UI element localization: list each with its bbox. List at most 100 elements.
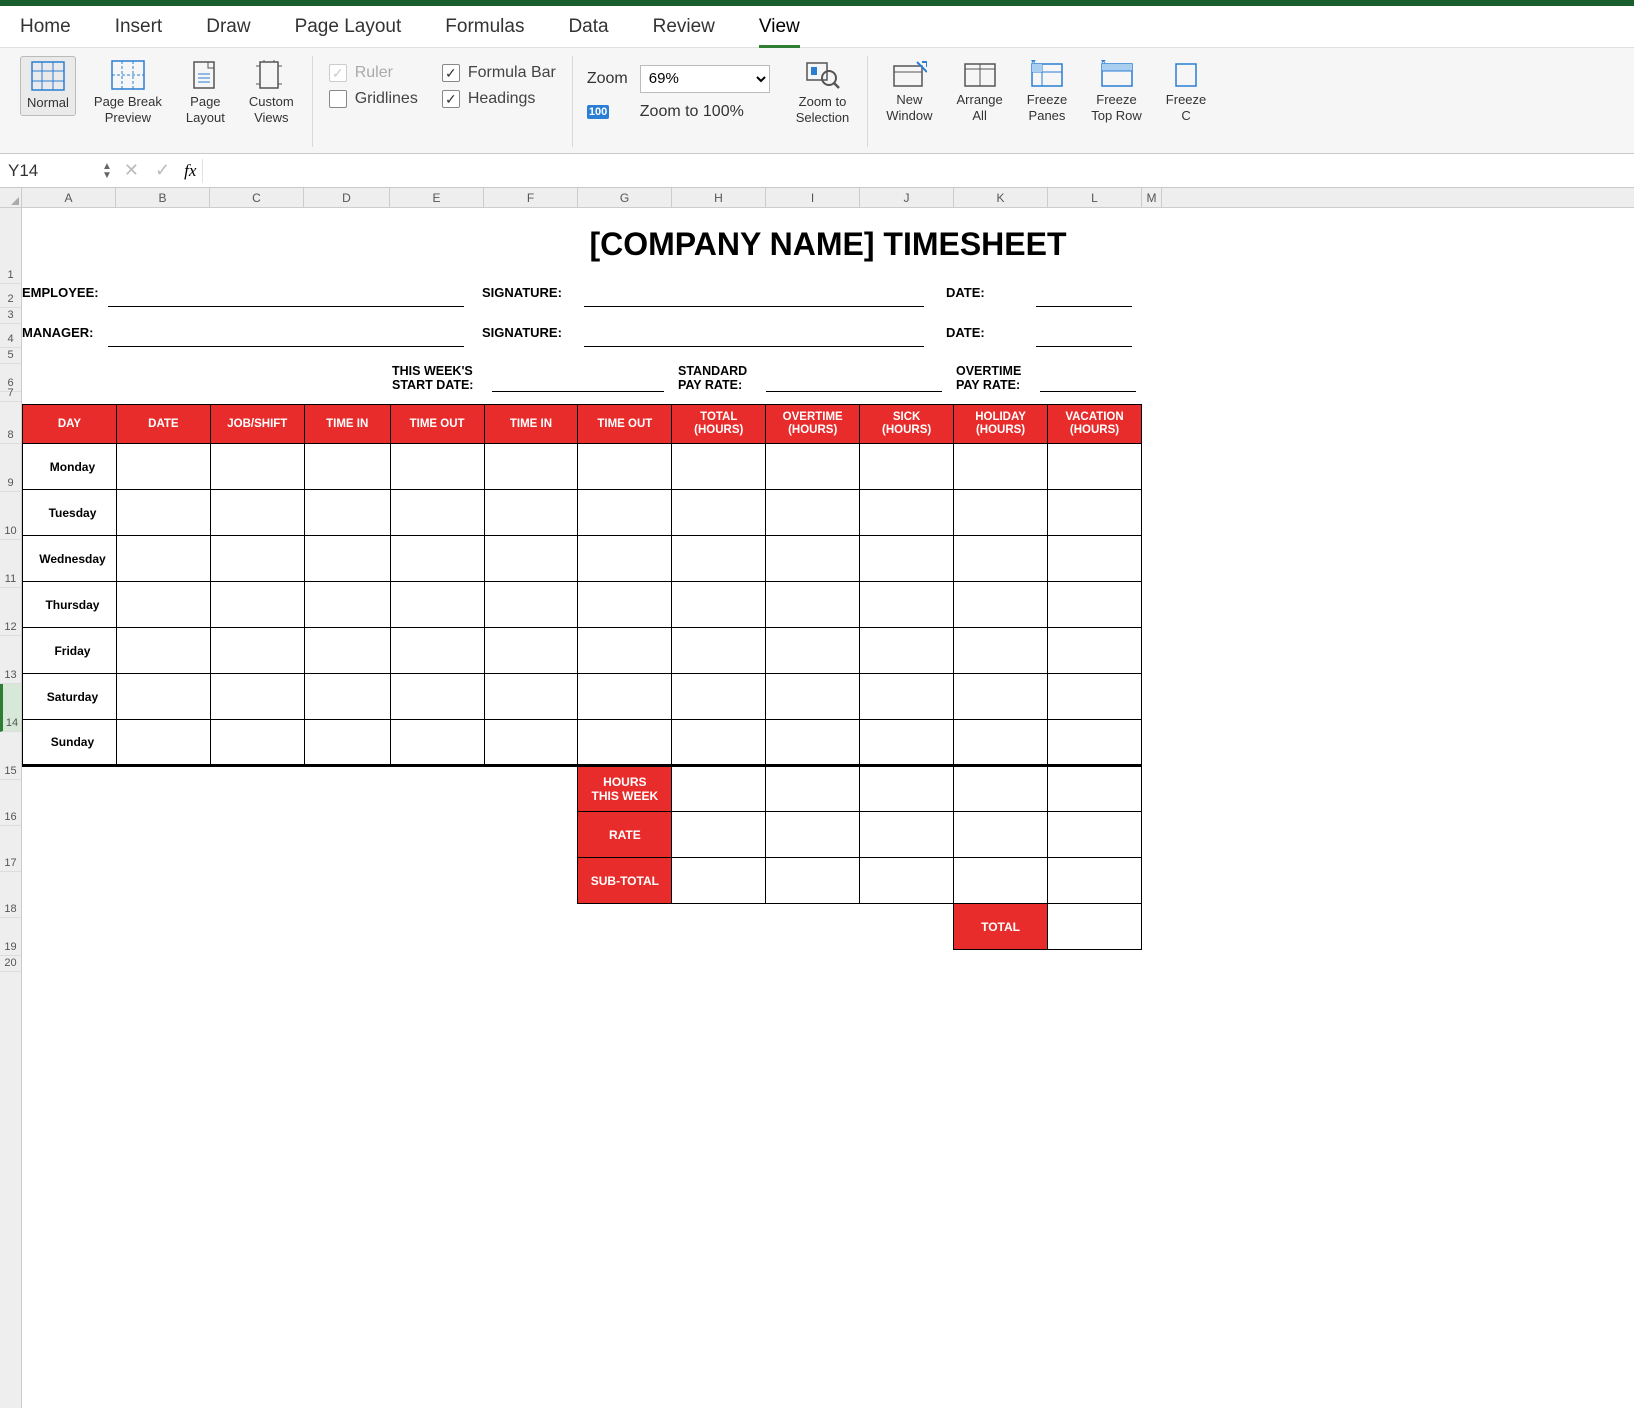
row-12[interactable]: 12 <box>0 588 21 636</box>
day-tue[interactable]: Tuesday <box>23 490 117 536</box>
date-label-2[interactable]: DATE: <box>946 325 1014 347</box>
signature-field-2[interactable] <box>584 325 924 347</box>
menu-draw[interactable]: Draw <box>200 12 256 42</box>
cell[interactable] <box>484 536 578 582</box>
sheet-title[interactable]: [COMPANY NAME] TIMESHEET <box>22 208 1634 284</box>
cell[interactable] <box>1048 628 1142 674</box>
row-9[interactable]: 9 <box>0 444 21 492</box>
cell[interactable] <box>484 582 578 628</box>
freeze-top-row-button[interactable]: * Freeze Top Row <box>1085 56 1148 127</box>
row-4[interactable]: 4 <box>0 324 21 348</box>
cell[interactable] <box>210 490 304 536</box>
cell[interactable] <box>116 628 210 674</box>
cell[interactable] <box>860 674 954 720</box>
week-start-label[interactable]: THIS WEEK'S START DATE: <box>392 364 492 392</box>
cell[interactable] <box>1048 720 1142 766</box>
cell[interactable] <box>116 582 210 628</box>
date-label-1[interactable]: DATE: <box>946 285 1014 307</box>
arrange-all-button[interactable]: Arrange All <box>951 56 1009 127</box>
manager-label[interactable]: MANAGER: <box>22 325 108 347</box>
date-field-1[interactable] <box>1036 285 1132 307</box>
menu-page-layout[interactable]: Page Layout <box>289 12 408 42</box>
cell[interactable] <box>1048 674 1142 720</box>
row-friday[interactable]: Friday <box>23 628 1142 674</box>
day-wed[interactable]: Wednesday <box>23 536 117 582</box>
employee-field[interactable] <box>108 285 464 307</box>
cell[interactable] <box>390 582 484 628</box>
cell[interactable] <box>860 766 954 812</box>
cell[interactable] <box>766 812 860 858</box>
cell[interactable] <box>390 628 484 674</box>
cell[interactable] <box>116 674 210 720</box>
ot-rate-field[interactable] <box>1040 391 1136 392</box>
confirm-formula-icon[interactable]: ✓ <box>147 160 178 181</box>
cell[interactable] <box>116 444 210 490</box>
signature-label-2[interactable]: SIGNATURE: <box>482 325 584 347</box>
week-start-field[interactable] <box>492 391 664 392</box>
signature-label-1[interactable]: SIGNATURE: <box>482 285 584 307</box>
cell[interactable] <box>1048 536 1142 582</box>
cell[interactable] <box>766 674 860 720</box>
col-J[interactable]: J <box>860 188 954 207</box>
cell[interactable] <box>954 720 1048 766</box>
cell[interactable] <box>116 720 210 766</box>
cell[interactable] <box>390 674 484 720</box>
cell[interactable] <box>860 858 954 904</box>
row-10[interactable]: 10 <box>0 492 21 540</box>
fx-icon[interactable]: fx <box>178 161 202 181</box>
page-break-preview-button[interactable]: Page Break Preview <box>88 56 168 129</box>
cell[interactable] <box>304 536 390 582</box>
col-E[interactable]: E <box>390 188 484 207</box>
row-wednesday[interactable]: Wednesday <box>23 536 1142 582</box>
formula-input[interactable] <box>202 159 1634 183</box>
row-saturday[interactable]: Saturday <box>23 674 1142 720</box>
cell[interactable] <box>860 444 954 490</box>
signature-field-1[interactable] <box>584 285 924 307</box>
cell[interactable] <box>672 490 766 536</box>
row-rate[interactable]: RATE <box>23 812 1142 858</box>
cell[interactable] <box>860 720 954 766</box>
cell[interactable] <box>860 536 954 582</box>
cell[interactable] <box>954 766 1048 812</box>
name-box-spinner[interactable]: ▲▼ <box>98 162 116 180</box>
zoom-select[interactable]: 69% <box>640 65 770 93</box>
cell[interactable] <box>304 444 390 490</box>
manager-field[interactable] <box>108 325 464 347</box>
formula-bar-checkbox[interactable]: ✓Formula Bar <box>442 64 556 82</box>
cell[interactable] <box>766 444 860 490</box>
cell[interactable] <box>304 628 390 674</box>
cell[interactable] <box>304 582 390 628</box>
cell[interactable] <box>210 444 304 490</box>
cell[interactable] <box>210 720 304 766</box>
cell[interactable] <box>484 490 578 536</box>
cell[interactable] <box>672 674 766 720</box>
cell[interactable] <box>954 628 1048 674</box>
timesheet-table[interactable]: DAY DATE JOB/SHIFT TIME IN TIME OUT TIME… <box>22 404 1142 950</box>
col-G[interactable]: G <box>578 188 672 207</box>
cell[interactable] <box>954 490 1048 536</box>
row-3[interactable]: 3 <box>0 308 21 324</box>
cell[interactable] <box>1048 490 1142 536</box>
col-A[interactable]: A <box>22 188 116 207</box>
cell[interactable] <box>578 720 672 766</box>
row-1[interactable]: 1 <box>0 208 21 284</box>
cell[interactable] <box>766 536 860 582</box>
new-window-button[interactable]: New Window <box>880 56 938 127</box>
headings-checkbox[interactable]: ✓Headings <box>442 90 556 108</box>
cell[interactable] <box>484 444 578 490</box>
day-fri[interactable]: Friday <box>23 628 117 674</box>
day-mon[interactable]: Monday <box>23 444 117 490</box>
cell[interactable] <box>390 490 484 536</box>
row-7[interactable]: 7 <box>0 392 21 402</box>
cell[interactable] <box>1048 582 1142 628</box>
row-19[interactable]: 19 <box>0 918 21 956</box>
col-C[interactable]: C <box>210 188 304 207</box>
cell[interactable] <box>672 812 766 858</box>
row-16[interactable]: 16 <box>0 780 21 826</box>
cell[interactable] <box>116 490 210 536</box>
row-sunday[interactable]: Sunday <box>23 720 1142 766</box>
cell[interactable] <box>954 674 1048 720</box>
cell[interactable] <box>578 444 672 490</box>
cell[interactable] <box>672 536 766 582</box>
col-B[interactable]: B <box>116 188 210 207</box>
